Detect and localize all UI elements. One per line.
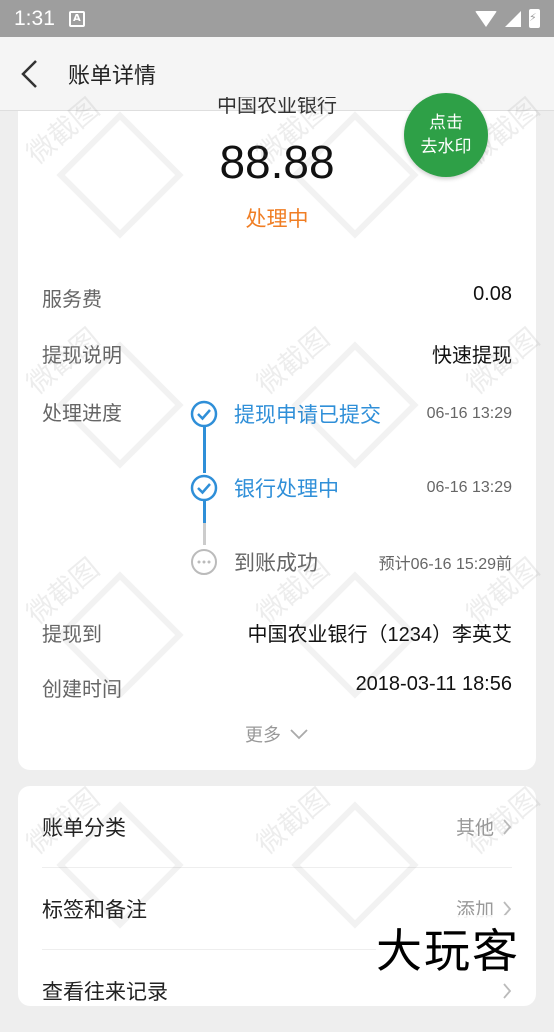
button-line: 点击 bbox=[429, 113, 463, 133]
progress-step: 银行处理中 06-16 13:29 bbox=[190, 473, 512, 503]
step-time: 06-16 13:29 bbox=[426, 479, 512, 496]
page-title: 账单详情 bbox=[68, 63, 157, 89]
list-label: 查看往来记录 bbox=[42, 980, 168, 1004]
detail-label: 服务费 bbox=[42, 287, 102, 311]
status-bar: 1:31 A bbox=[0, 0, 554, 37]
check-circle-icon bbox=[190, 400, 218, 428]
step-time: 06-16 13:29 bbox=[426, 405, 512, 422]
progress-step: 到账成功 预计06-16 15:29前 bbox=[190, 547, 512, 577]
progress-line bbox=[203, 501, 206, 523]
step-time: 预计06-16 15:29前 bbox=[378, 556, 512, 573]
check-circle-icon bbox=[190, 474, 218, 502]
status-time: 1:31 bbox=[14, 6, 55, 30]
signal-icon bbox=[505, 10, 521, 27]
step-text: 到账成功 bbox=[234, 551, 318, 575]
remove-watermark-button[interactable]: 点击 去水印 bbox=[404, 93, 488, 177]
battery-charging-icon bbox=[529, 9, 540, 28]
step-text: 银行处理中 bbox=[234, 477, 339, 501]
more-toggle[interactable]: 更多 bbox=[18, 721, 536, 747]
chevron-down-icon bbox=[290, 729, 308, 740]
chevron-right-icon bbox=[503, 818, 512, 835]
button-line: 去水印 bbox=[420, 137, 472, 157]
progress-line bbox=[203, 427, 206, 473]
more-label: 更多 bbox=[245, 725, 281, 746]
detail-value: 快速提现 bbox=[432, 345, 512, 367]
detail-value: 2018-03-11 18:56 bbox=[355, 673, 512, 695]
wifi-icon bbox=[475, 10, 497, 27]
notification-icon: A bbox=[68, 10, 85, 27]
progress-line-pending bbox=[203, 523, 206, 545]
brand-overlay-logo: 大玩客 bbox=[376, 915, 520, 981]
list-value: 其他 bbox=[455, 817, 494, 839]
pending-circle-icon bbox=[191, 549, 217, 575]
detail-value: 0.08 bbox=[473, 283, 512, 305]
detail-row-fee: 服务费 0.08 bbox=[42, 283, 512, 312]
